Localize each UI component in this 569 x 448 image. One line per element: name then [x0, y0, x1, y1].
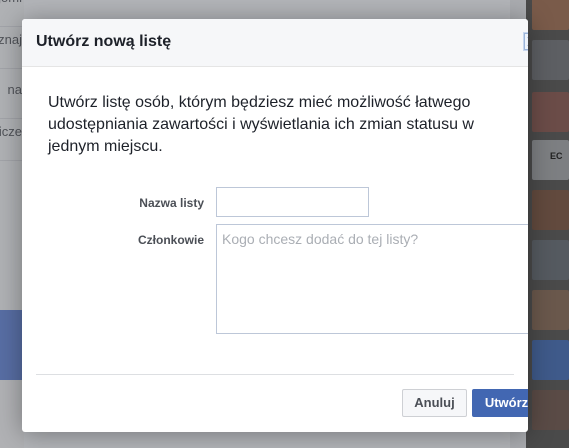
members-label: Członkowie — [137, 233, 204, 247]
create-button[interactable]: Utwórz — [472, 389, 528, 417]
background-nav-item: icze — [0, 122, 24, 161]
background-thumbnail — [532, 240, 569, 280]
members-input[interactable] — [216, 224, 528, 334]
close-icon — [527, 37, 528, 46]
background-blue-block — [0, 310, 24, 380]
page: znajomi znaj na icze EC Utwórz nową list… — [0, 0, 569, 448]
background-thumbnail — [532, 92, 569, 132]
background-nav-item: znaj — [0, 30, 24, 69]
background-thumbnail — [532, 340, 569, 380]
dialog-description: Utwórz listę osób, którym będziesz mieć … — [48, 94, 474, 155]
close-button[interactable] — [523, 32, 528, 51]
background-thumbnail — [532, 40, 569, 80]
background-thumbnail-label: EC — [550, 151, 563, 161]
dialog-title: Utwórz nową listę — [36, 33, 172, 50]
background-thumbnail — [532, 190, 569, 230]
create-list-dialog: Utwórz nową listę Utwórz listę osób, któ… — [22, 19, 528, 432]
cancel-button[interactable]: Anuluj — [402, 389, 467, 417]
dialog-header: Utwórz nową listę — [22, 19, 528, 67]
footer-divider — [36, 374, 514, 375]
background-nav-item: na — [0, 80, 24, 119]
background-thumbnail — [532, 0, 569, 30]
list-name-label: Nazwa listy — [139, 196, 204, 210]
background-thumbnails: EC — [526, 0, 569, 448]
list-name-input[interactable] — [216, 187, 369, 217]
background-thumbnail — [532, 290, 569, 330]
background-left-nav: znajomi znaj na icze — [0, 0, 24, 448]
background-nav-item: znajomi — [0, 0, 24, 27]
background-thumbnail — [532, 390, 569, 430]
